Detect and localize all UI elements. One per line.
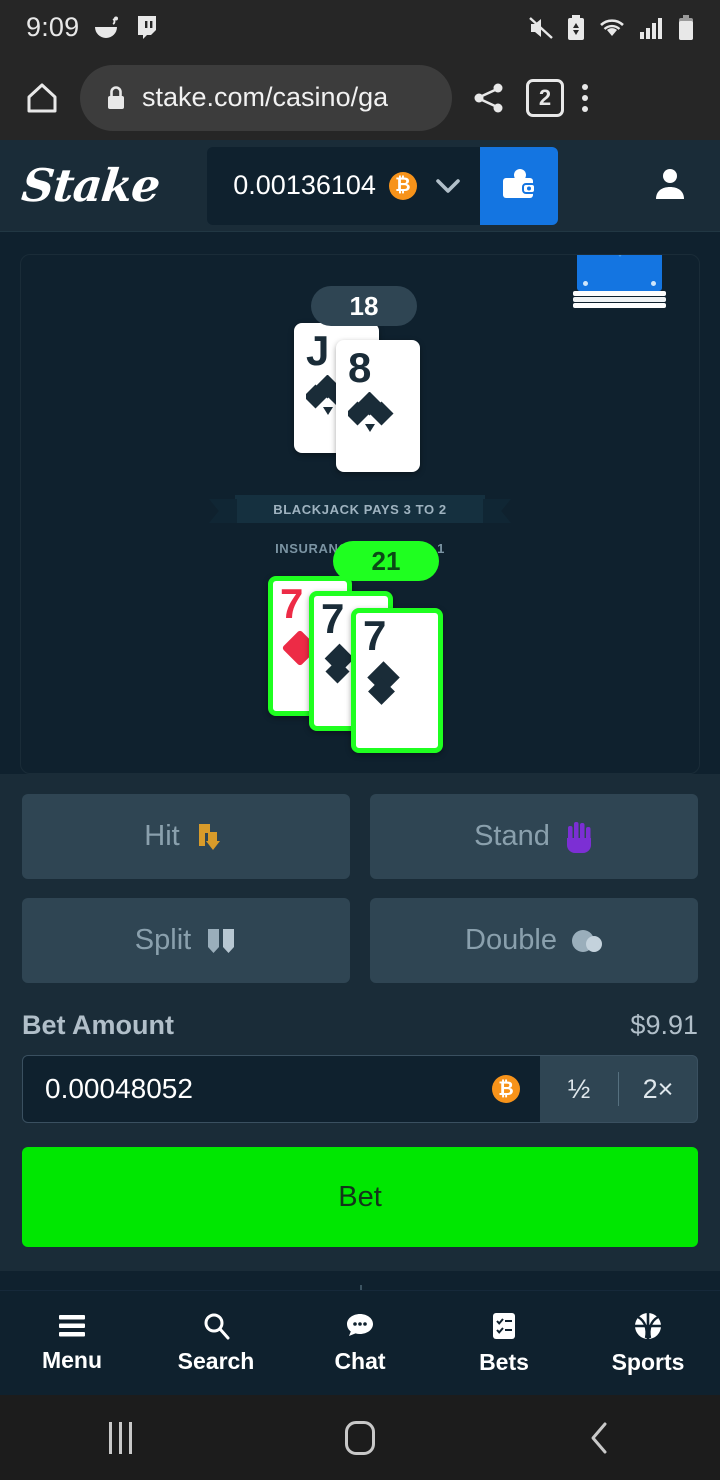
status-bar-right — [528, 14, 694, 41]
bet-input-group: 0.00048052 ₿ ½ 2× — [22, 1055, 698, 1123]
share-icon[interactable] — [470, 79, 508, 117]
bet-amount-value: 0.00048052 — [45, 1073, 193, 1104]
hamburger-icon — [59, 1314, 85, 1336]
bet-controls: Hit Stand Split Double Bet Amount $9.91 … — [0, 774, 720, 1271]
home-icon[interactable] — [22, 78, 62, 118]
ribbon-tail-left — [209, 499, 237, 523]
lock-icon — [108, 85, 124, 109]
balance-amount: 0.00136104 — [233, 170, 376, 200]
banner-main-text: BLACKJACK PAYS 3 TO 2 — [235, 495, 485, 523]
blackjack-table: BLACKJACK PAYS 3 TO 2 INSURANCE PAYS 2 T… — [20, 254, 700, 774]
stake-logo[interactable]: Stake — [19, 159, 162, 212]
home-icon — [345, 1420, 375, 1455]
stand-button[interactable]: Stand — [370, 794, 698, 879]
chevron-down-icon[interactable] — [436, 178, 460, 194]
game-area: BLACKJACK PAYS 3 TO 2 INSURANCE PAYS 2 T… — [0, 232, 720, 774]
double-label: Double — [465, 924, 557, 956]
bet-amount-row: Bet Amount $9.91 — [22, 1010, 698, 1041]
android-status-bar: 9:09 — [0, 0, 720, 55]
hit-button[interactable]: Hit — [22, 794, 350, 879]
back-button[interactable] — [480, 1421, 720, 1455]
chips-icon — [571, 929, 602, 952]
wifi-icon — [600, 18, 624, 36]
bottom-nav: Menu Search Chat Bets Sports — [0, 1290, 720, 1395]
nav-label-menu: Menu — [41, 1346, 103, 1373]
wallet-icon — [502, 168, 536, 198]
bitcoin-icon: ₿ — [492, 1075, 520, 1103]
nav-label-sports: Sports — [611, 1348, 685, 1375]
url-bar[interactable]: stake.com/casino/ga — [80, 64, 452, 131]
wallet-button[interactable] — [479, 146, 558, 225]
nav-item-search[interactable]: Search — [144, 1312, 288, 1375]
double-button[interactable]: Double — [370, 898, 698, 983]
chat-bubble-icon — [347, 1313, 373, 1336]
bet-amount-label: Bet Amount — [22, 1010, 174, 1040]
balance-display[interactable]: 0.00136104 ₿ — [207, 146, 480, 225]
action-button-grid: Hit Stand Split Double — [22, 794, 698, 983]
nav-label-chat: Chat — [334, 1347, 386, 1374]
split-label: Split — [134, 924, 192, 956]
mute-icon — [529, 16, 553, 39]
clock: 9:09 — [26, 12, 80, 42]
ribbon-tail-right — [483, 499, 511, 523]
nav-item-bets[interactable]: Bets — [432, 1311, 576, 1376]
nav-label-bets: Bets — [479, 1348, 529, 1375]
tab-counter[interactable]: 2 — [526, 78, 564, 117]
recents-icon — [108, 1421, 132, 1454]
raised-hand-icon — [566, 821, 591, 853]
split-button[interactable]: Split — [22, 898, 350, 983]
balance-control: 0.00136104 ₿ — [207, 146, 558, 225]
browser-toolbar: stake.com/casino/ga 2 — [0, 55, 720, 140]
profile-button[interactable] — [652, 165, 698, 206]
nav-item-chat[interactable]: Chat — [288, 1312, 432, 1375]
nav-item-menu[interactable]: Menu — [0, 1313, 144, 1374]
card-deck-icon — [573, 255, 666, 309]
nav-item-sports[interactable]: Sports — [576, 1311, 720, 1376]
battery-icon — [679, 14, 693, 40]
bet-fiat-value: $9.91 — [630, 1010, 698, 1040]
food-app-icon — [95, 16, 119, 38]
signal-icon — [640, 17, 662, 39]
bet-amount-input[interactable]: 0.00048052 ₿ — [23, 1056, 540, 1122]
basketball-icon — [635, 1312, 661, 1339]
site-header: Stake 0.00136104 ₿ — [0, 140, 720, 232]
recents-button[interactable] — [0, 1421, 240, 1454]
bet-multiplier-group: ½ 2× — [540, 1056, 697, 1122]
search-icon — [204, 1313, 230, 1339]
double-bet-button[interactable]: 2× — [619, 1074, 697, 1105]
banner-sub-text: INSURANCE PAYS 2 TO 1 — [275, 541, 445, 556]
overflow-menu-icon[interactable] — [582, 83, 588, 112]
bitcoin-icon: ₿ — [388, 171, 417, 200]
home-button[interactable] — [240, 1420, 480, 1455]
android-nav-bar — [0, 1395, 720, 1480]
twitch-icon — [138, 15, 157, 39]
url-text: stake.com/casino/ga — [142, 82, 389, 112]
table-rules-banner: BLACKJACK PAYS 3 TO 2 — [21, 495, 699, 523]
profile-icon — [656, 169, 684, 199]
status-bar-left: 9:09 — [26, 12, 159, 43]
stand-label: Stand — [474, 820, 550, 852]
hit-label: Hit — [144, 820, 180, 852]
bet-submit-button[interactable]: Bet — [22, 1147, 698, 1247]
nav-label-search: Search — [177, 1347, 255, 1374]
split-cards-icon — [208, 928, 235, 953]
phone-screen: 9:09 stake.com/casino/ga 2 Stake 0.00136… — [0, 0, 720, 1480]
half-bet-button[interactable]: ½ — [540, 1074, 618, 1105]
back-icon — [591, 1422, 607, 1453]
battery-saver-icon — [568, 14, 584, 40]
card-down-arrow-icon — [198, 823, 220, 850]
checklist-icon — [493, 1312, 515, 1339]
